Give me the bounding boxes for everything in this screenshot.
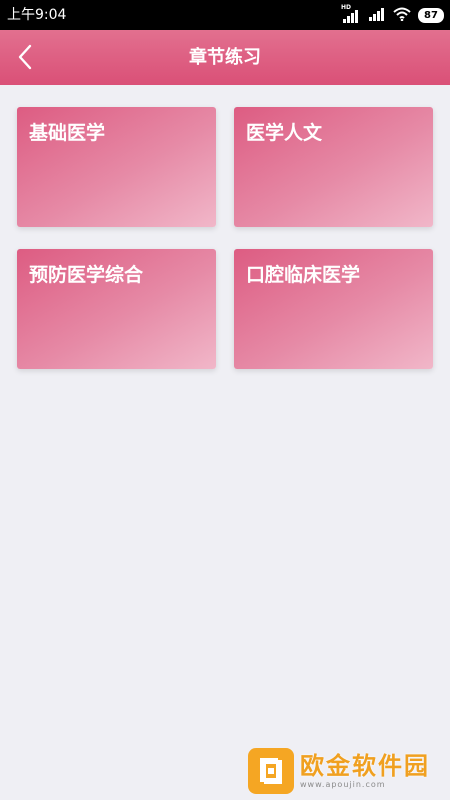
chapter-card-label: 医学人文 — [246, 122, 323, 144]
page-title: 章节练习 — [189, 47, 261, 68]
status-bar: 上午9:04 HD 87 — [0, 0, 450, 30]
battery-icon: 87 — [418, 7, 444, 23]
chapter-card-medical-humanities[interactable]: 医学人文 — [234, 107, 433, 227]
signal-icon — [368, 6, 386, 25]
signal-hd-icon: HD — [341, 4, 361, 23]
wifi-icon — [393, 6, 411, 25]
chapter-card-label: 口腔临床医学 — [246, 264, 361, 286]
watermark-logo-icon — [248, 748, 294, 794]
watermark-title: 欧金软件园 — [300, 752, 430, 780]
chapter-grid: 基础医学 医学人文 预防医学综合 口腔临床医学 — [17, 107, 433, 369]
chapter-card-label: 预防医学综合 — [29, 264, 144, 286]
watermark-text: 欧金软件园 www.apoujin.com — [300, 752, 430, 790]
chapter-card-oral-clinical-medicine[interactable]: 口腔临床医学 — [234, 249, 433, 369]
chapter-card-basic-medicine[interactable]: 基础医学 — [17, 107, 216, 227]
status-time: 上午9:04 — [7, 7, 67, 23]
status-icons: HD 87 — [341, 4, 444, 25]
watermark-url: www.apoujin.com — [300, 780, 386, 789]
hd-label: HD — [341, 4, 352, 11]
chapter-card-preventive-medicine[interactable]: 预防医学综合 — [17, 249, 216, 369]
title-bar: 章节练习 — [0, 30, 450, 85]
chapter-card-label: 基础医学 — [29, 122, 106, 144]
watermark: 欧金软件园 www.apoujin.com — [248, 745, 448, 797]
